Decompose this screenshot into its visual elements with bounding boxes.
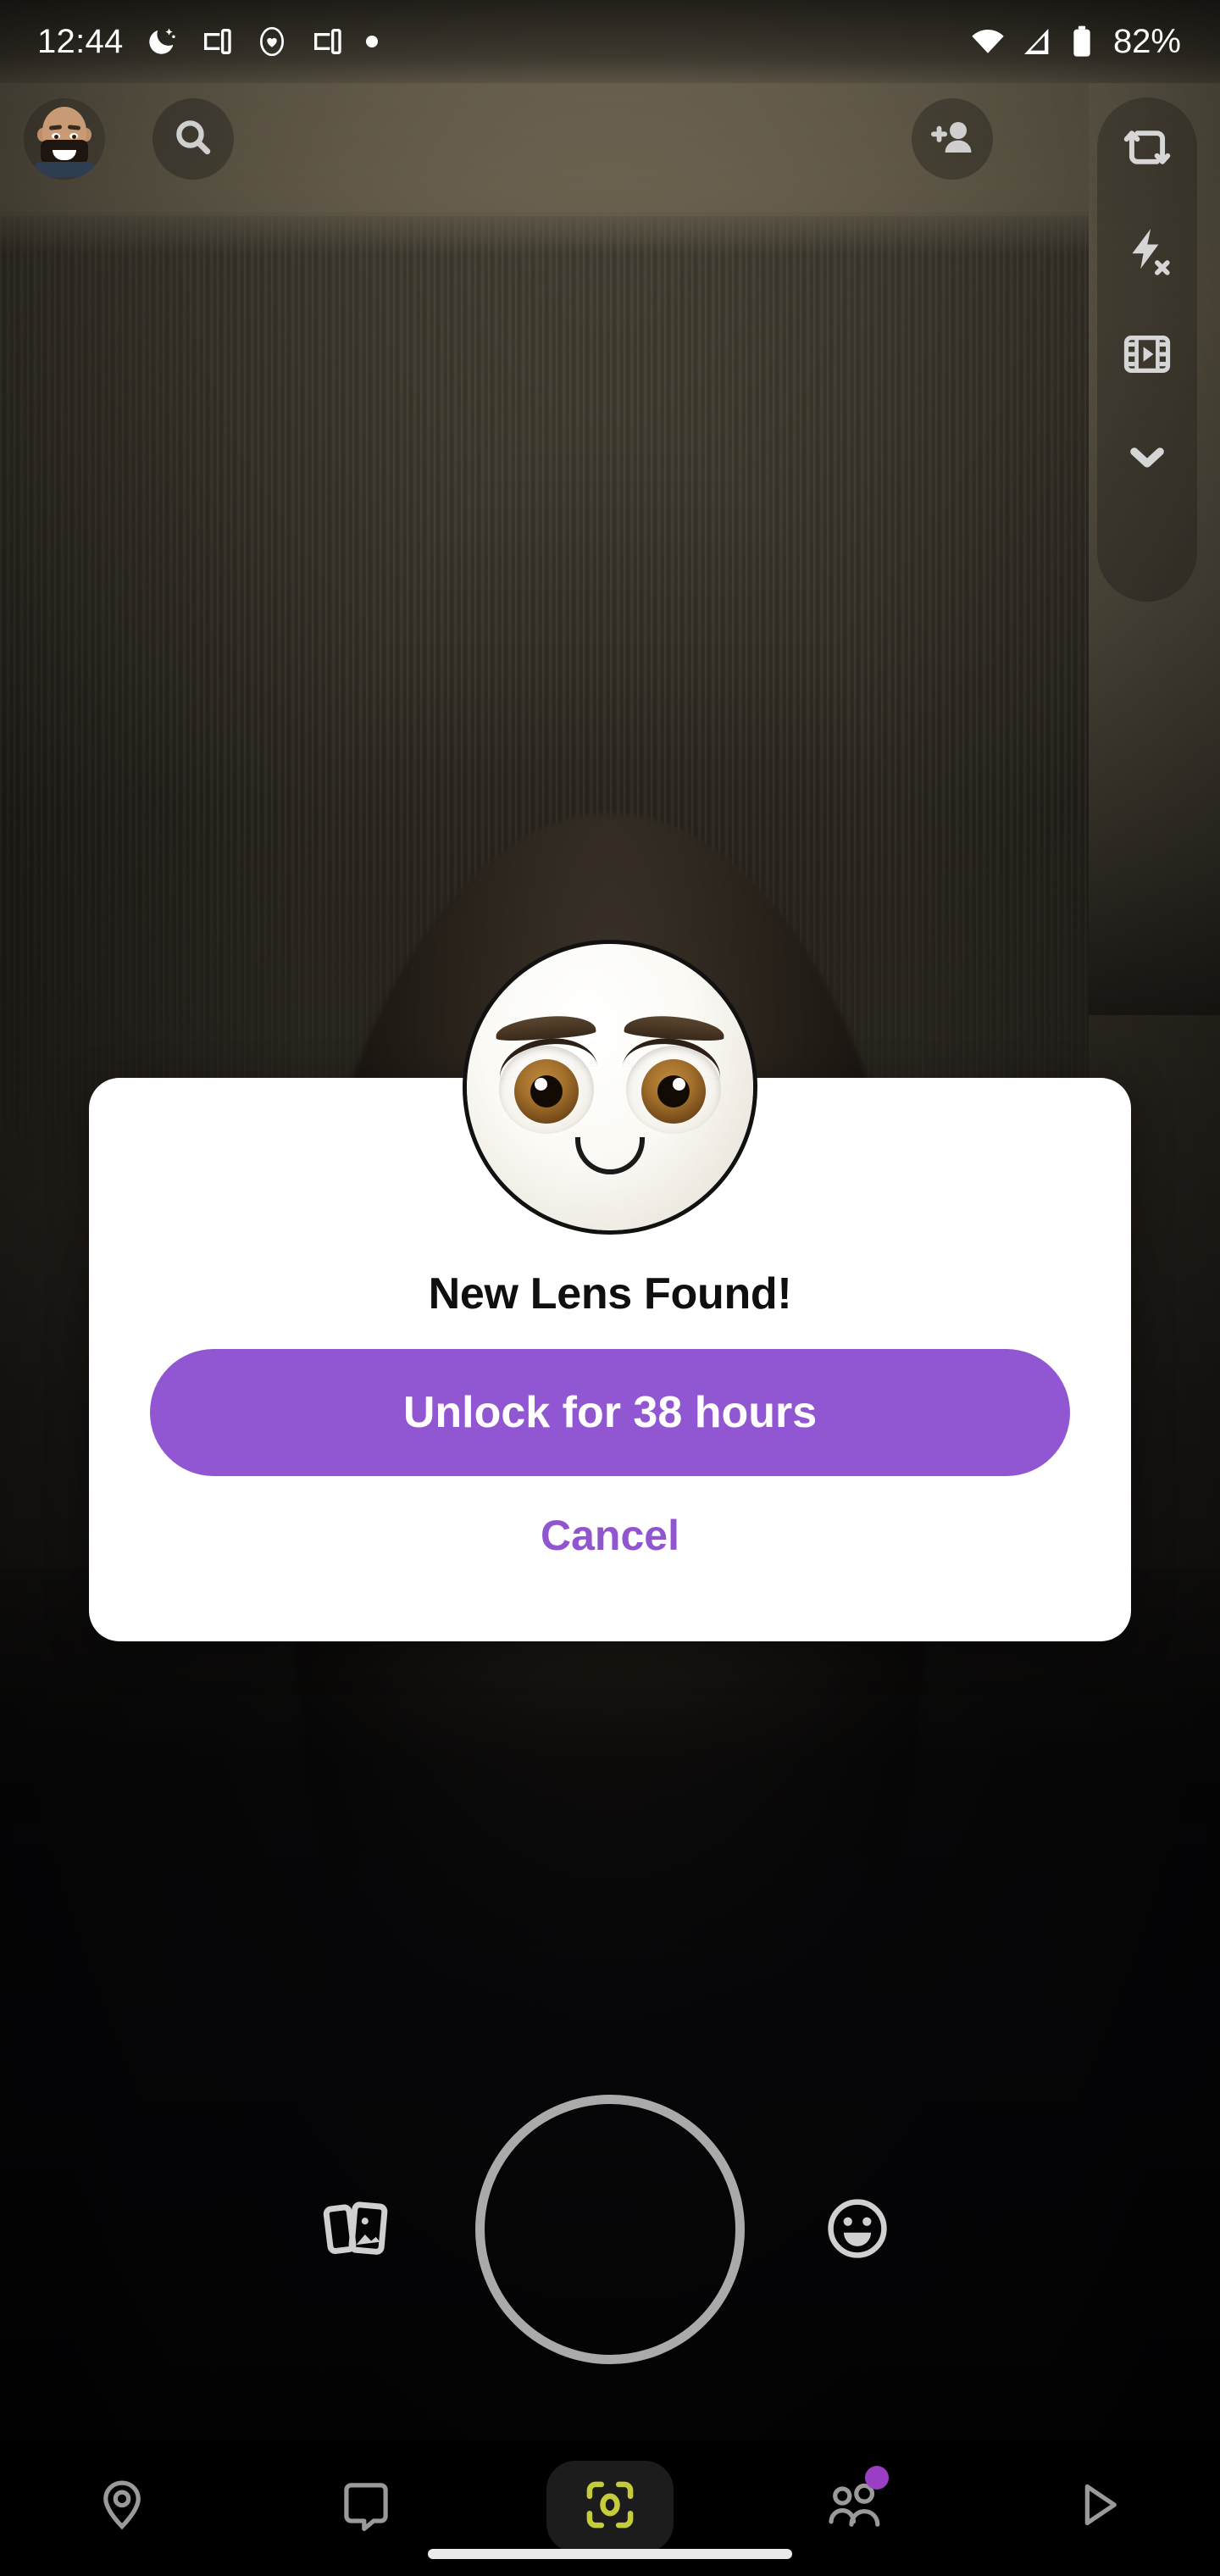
timer-filmstrip-icon (1121, 328, 1173, 385)
camera-tools-toolbar (1097, 97, 1197, 602)
nav-item-spotlight[interactable] (1034, 2461, 1162, 2552)
expand-tools-button[interactable] (1117, 430, 1177, 489)
dialog-title: New Lens Found! (428, 1269, 792, 1319)
flash-off-icon (1121, 225, 1173, 281)
battery-icon (1068, 25, 1096, 58)
status-bar-left: 12:44 (37, 23, 378, 61)
status-dot-icon (365, 36, 378, 47)
lens-preview-avatar (463, 940, 757, 1235)
status-bar: 12:44 82% (0, 0, 1220, 83)
battery-percentage: 82% (1112, 22, 1181, 60)
nav-item-stories[interactable] (790, 2461, 918, 2552)
chevron-down-icon (1123, 434, 1171, 486)
heart-icon (256, 25, 288, 58)
wifi-icon (969, 23, 1006, 60)
memories-button[interactable] (313, 2186, 402, 2274)
do-not-disturb-moon-icon (146, 25, 178, 58)
add-friend-button[interactable] (912, 98, 993, 180)
unlock-lens-button[interactable]: Unlock for 38 hours (150, 1349, 1070, 1476)
home-gesture-bar[interactable] (428, 2549, 792, 2559)
flash-off-button[interactable] (1117, 223, 1177, 282)
flip-camera-button[interactable] (1117, 119, 1177, 179)
nav-item-camera[interactable] (546, 2461, 674, 2552)
new-lens-dialog: New Lens Found! Unlock for 38 hours Canc… (89, 940, 1131, 1641)
cellular-signal-icon (1020, 25, 1054, 58)
search-button[interactable] (152, 98, 234, 180)
status-bar-clock: 12:44 (37, 22, 124, 60)
stories-notification-badge (865, 2466, 889, 2490)
cancel-button[interactable]: Cancel (89, 1502, 1131, 1569)
cast-device-icon (200, 25, 234, 58)
search-icon (172, 116, 214, 163)
status-bar-right: 82% (969, 23, 1181, 61)
add-friend-icon (929, 115, 976, 164)
profile-avatar-button[interactable] (24, 98, 105, 180)
chat-bubble-icon (338, 2477, 394, 2537)
cast-device-icon (310, 25, 344, 58)
nav-item-chat[interactable] (302, 2461, 430, 2552)
nav-item-map[interactable] (58, 2461, 186, 2552)
shutter-button[interactable] (475, 2095, 745, 2364)
lens-carousel-button[interactable] (813, 2186, 901, 2274)
memories-icon (320, 2191, 395, 2270)
flip-camera-icon (1121, 121, 1173, 178)
camera-scan-icon (581, 2476, 639, 2538)
timer-filmstrip-button[interactable] (1117, 326, 1177, 386)
map-pin-icon (94, 2477, 150, 2537)
play-triangle-icon (1070, 2477, 1126, 2537)
avatar (28, 103, 101, 177)
lens-carousel-smiley-icon (823, 2194, 892, 2268)
top-camera-controls (0, 92, 1220, 193)
camera-action-row (0, 2093, 1220, 2373)
